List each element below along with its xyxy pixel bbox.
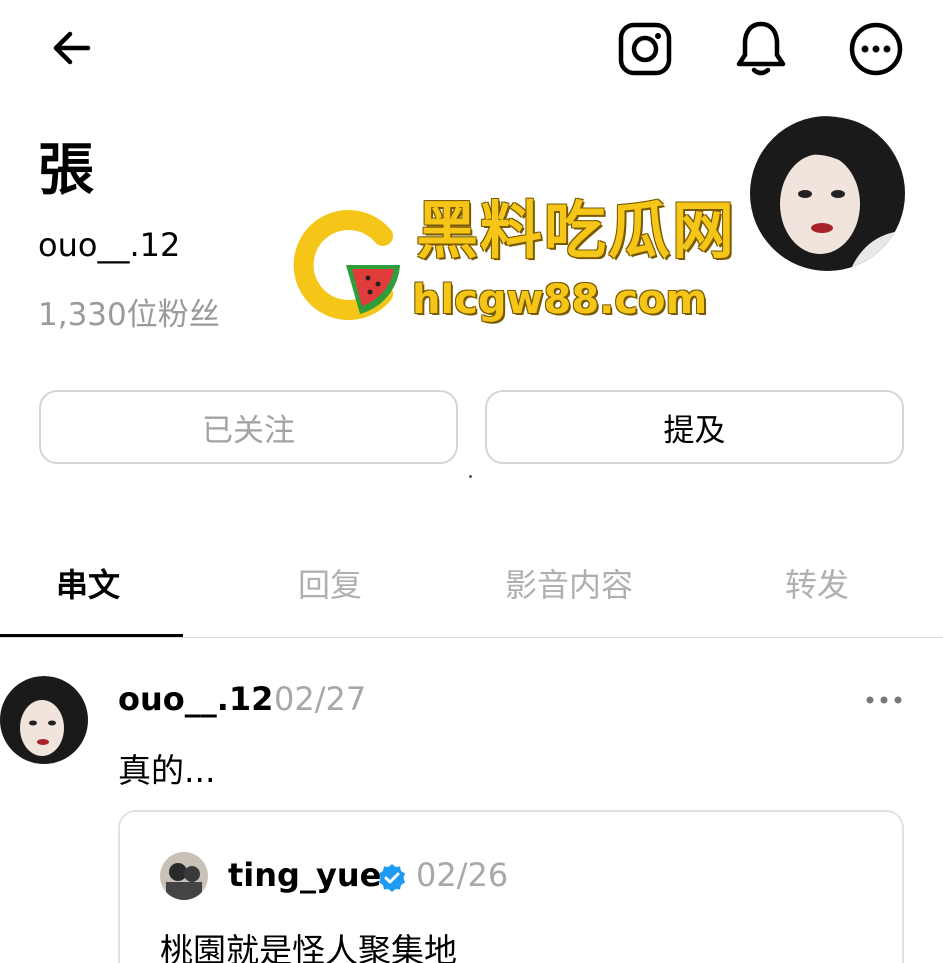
quoted-author-username[interactable]: ting_yue	[228, 856, 381, 894]
more-options-button[interactable]	[843, 18, 909, 80]
more-horizontal-icon	[866, 696, 902, 704]
post-author-avatar[interactable]	[0, 676, 88, 764]
more-horizontal-icon	[849, 22, 903, 76]
watermark-overlay: 黑料吃瓜网 hlcgw88.com	[288, 198, 748, 334]
avatar-photo	[750, 116, 905, 271]
bell-icon	[736, 21, 786, 76]
notification-button[interactable]	[728, 18, 794, 80]
quoted-author-avatar[interactable]	[160, 852, 208, 900]
post-more-button[interactable]	[858, 680, 910, 720]
profile-avatar[interactable]	[750, 116, 905, 271]
profile-tabs: 串文 回复 影音内容 转发	[0, 540, 943, 638]
quoted-post-date: 02/26	[416, 856, 509, 894]
avatar-photo	[160, 852, 208, 900]
tab-reposts[interactable]: 转发	[785, 560, 849, 606]
arrow-left-icon	[53, 31, 91, 65]
back-button[interactable]	[42, 18, 102, 78]
following-button[interactable]: 已关注	[39, 390, 458, 464]
avatar-photo	[0, 676, 88, 764]
instagram-icon	[618, 22, 672, 76]
post-date: 02/27	[274, 680, 367, 718]
active-tab-indicator	[0, 634, 183, 637]
watermark-url: hlcgw88.com	[412, 277, 708, 323]
quoted-post-card[interactable]: ting_yue 02/26 桃園就是怪人聚集地	[118, 810, 904, 963]
watermark-logo-icon	[293, 210, 400, 320]
verified-badge-icon	[379, 864, 405, 892]
post-author-username[interactable]: ouo__.12	[118, 680, 273, 718]
watermark-title: 黑料吃瓜网	[416, 194, 737, 267]
tab-replies[interactable]: 回复	[298, 560, 362, 606]
instagram-button[interactable]	[612, 18, 678, 80]
tab-threads[interactable]: 串文	[56, 560, 120, 606]
mention-button[interactable]: 提及	[485, 390, 904, 464]
quoted-post-text: 桃園就是怪人聚集地	[160, 931, 457, 963]
tab-media[interactable]: 影音内容	[505, 560, 633, 606]
divider-dot	[469, 475, 472, 478]
followers-count[interactable]: 1,330位粉丝	[38, 298, 220, 332]
profile-username: ouo__.12	[38, 226, 181, 264]
profile-display-name: 張	[38, 137, 94, 203]
post-text: 真的...	[118, 751, 216, 790]
